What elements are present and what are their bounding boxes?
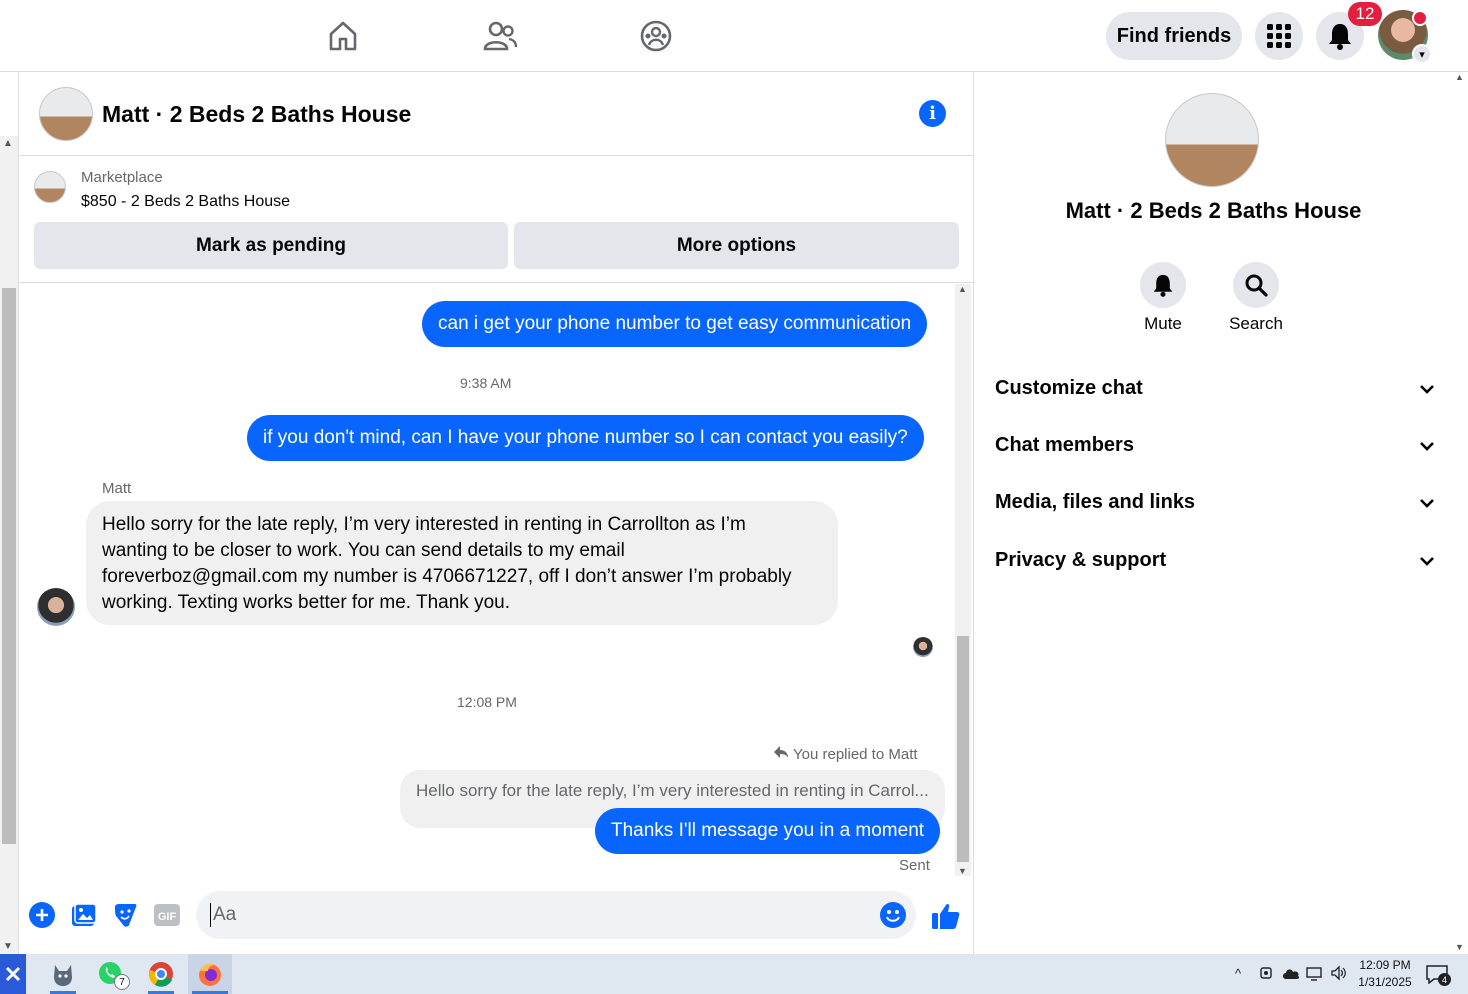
message-line: working. Texting works better for me. Th… xyxy=(102,592,510,613)
profile-photo[interactable] xyxy=(1165,93,1259,187)
message-line: Hello sorry for the late reply, I’m very… xyxy=(102,514,746,535)
gif-icon[interactable]: GIF xyxy=(153,901,181,929)
groups-icon[interactable] xyxy=(634,14,678,58)
svg-text:GIF: GIF xyxy=(158,911,177,923)
messages-scrollbar-thumb[interactable] xyxy=(957,636,969,862)
info-icon[interactable]: i xyxy=(919,100,946,127)
photo-icon[interactable] xyxy=(70,901,98,929)
section-label: Customize chat xyxy=(995,376,1143,399)
scroll-up-arrow-icon[interactable]: ▲ xyxy=(1455,72,1464,82)
chevron-up-icon[interactable]: ^ xyxy=(1235,966,1241,981)
message-line: wanting to be closer to work. You can se… xyxy=(102,540,625,561)
firefox-icon[interactable] xyxy=(188,954,232,994)
section-customize-chat[interactable]: Customize chat xyxy=(995,368,1435,408)
reply-arrow-icon xyxy=(773,745,789,763)
incoming-message[interactable]: Hello sorry for the late reply, I’m very… xyxy=(86,501,838,625)
home-icon[interactable] xyxy=(321,14,365,58)
page-scrollbar[interactable]: ▲ ▼ xyxy=(0,136,18,954)
sticker-icon[interactable] xyxy=(111,901,139,929)
mark-as-pending-button[interactable]: Mark as pending xyxy=(34,222,508,269)
chrome-icon[interactable] xyxy=(140,954,182,994)
scroll-down-arrow-icon[interactable]: ▼ xyxy=(1455,942,1464,952)
clock-time: 12:09 PM xyxy=(1359,958,1411,972)
outgoing-message[interactable]: can i get your phone number to get easy … xyxy=(422,301,928,347)
message-line: foreverboz@gmail.com my number is 470667… xyxy=(102,566,792,587)
chevron-down-icon xyxy=(1419,491,1435,514)
network-icon[interactable] xyxy=(1306,965,1324,986)
chat-panel: Matt · 2 Beds 2 Baths House i Marketplac… xyxy=(18,72,974,954)
sidebar-scrollbar[interactable]: ▲ ▼ xyxy=(1452,72,1468,954)
cat-app-icon[interactable] xyxy=(42,954,84,994)
profile-name[interactable]: Matt · 2 Beds 2 Baths House xyxy=(975,198,1452,224)
marketplace-label: Marketplace xyxy=(81,169,163,186)
chat-title[interactable]: Matt · 2 Beds 2 Baths House xyxy=(102,101,411,128)
scroll-up-arrow-icon[interactable]: ▲ xyxy=(958,284,967,294)
friends-icon[interactable] xyxy=(478,14,522,58)
listing-title[interactable]: $850 - 2 Beds 2 Baths House xyxy=(81,193,290,211)
chevron-down-icon[interactable]: ▾ xyxy=(1412,44,1432,64)
divider xyxy=(19,282,974,283)
search-label: Search xyxy=(1229,314,1283,333)
chat-header: Matt · 2 Beds 2 Baths House i xyxy=(19,72,974,156)
message-input[interactable] xyxy=(210,903,850,927)
sender-name: Matt xyxy=(102,480,132,497)
outgoing-message[interactable]: Thanks I'll message you in a moment xyxy=(595,808,941,854)
scroll-up-arrow-icon[interactable]: ▲ xyxy=(3,138,13,149)
system-clock[interactable]: 12:09 PM 1/31/2025 xyxy=(1350,957,1420,991)
chevron-down-icon xyxy=(1419,549,1435,572)
reply-indicator-text: You replied to Matt xyxy=(793,745,918,763)
timestamp: 9:38 AM xyxy=(460,375,512,391)
meeting-icon[interactable] xyxy=(1259,965,1275,986)
message-status: Sent xyxy=(899,857,930,874)
find-friends-button[interactable]: Find friends xyxy=(1106,12,1242,60)
read-receipt-avatar xyxy=(913,637,933,657)
menu-grid-icon[interactable] xyxy=(1255,12,1303,60)
windows-taskbar: 7 ^ 12:09 PM 1/31/2025 4 xyxy=(0,954,1468,994)
section-media-files-links[interactable]: Media, files and links xyxy=(995,482,1435,522)
whatsapp-icon[interactable]: 7 xyxy=(90,954,132,994)
messages-scrollbar[interactable]: ▲ ▼ xyxy=(955,284,971,876)
whatsapp-badge: 7 xyxy=(114,974,130,990)
section-chat-members[interactable]: Chat members xyxy=(995,425,1435,465)
section-label: Media, files and links xyxy=(995,490,1196,513)
chat-avatar[interactable] xyxy=(39,87,93,141)
action-center-badge: 4 xyxy=(1438,973,1451,986)
section-label: Privacy & support xyxy=(995,548,1167,571)
outgoing-message[interactable]: if you don't mind, can I have your phone… xyxy=(247,415,924,461)
top-navigation-bar: Find friends 12 ▾ xyxy=(0,0,1468,72)
cloud-icon[interactable] xyxy=(1281,966,1301,985)
emoji-icon[interactable] xyxy=(880,902,906,928)
more-options-button[interactable]: More options xyxy=(514,222,959,269)
reply-indicator: You replied to Matt xyxy=(773,745,918,763)
notification-count-badge: 12 xyxy=(1348,2,1382,26)
chat-details-sidebar: Matt · 2 Beds 2 Baths House Mute Search … xyxy=(975,72,1452,954)
page-scrollbar-thumb[interactable] xyxy=(2,288,16,844)
status-dot xyxy=(1412,10,1428,26)
mute-label: Mute xyxy=(1144,314,1182,333)
thumbs-up-icon[interactable] xyxy=(931,901,961,931)
clock-date: 1/31/2025 xyxy=(1358,975,1412,989)
message-composer[interactable] xyxy=(196,891,916,939)
section-label: Chat members xyxy=(995,433,1134,456)
search-icon[interactable] xyxy=(1233,262,1279,308)
volume-icon[interactable] xyxy=(1330,965,1348,986)
sender-avatar[interactable] xyxy=(37,588,75,626)
section-privacy-support[interactable]: Privacy & support xyxy=(995,540,1435,580)
plus-icon[interactable] xyxy=(28,901,56,929)
chevron-down-icon xyxy=(1419,434,1435,457)
scroll-down-arrow-icon[interactable]: ▼ xyxy=(3,941,13,952)
mute-bell-icon[interactable] xyxy=(1140,262,1186,308)
start-app-icon[interactable] xyxy=(0,954,26,994)
listing-thumbnail[interactable] xyxy=(34,171,66,203)
action-center-icon[interactable]: 4 xyxy=(1426,964,1451,989)
chevron-down-icon xyxy=(1419,377,1435,400)
timestamp: 12:08 PM xyxy=(457,694,517,710)
scroll-down-arrow-icon[interactable]: ▼ xyxy=(958,866,967,876)
